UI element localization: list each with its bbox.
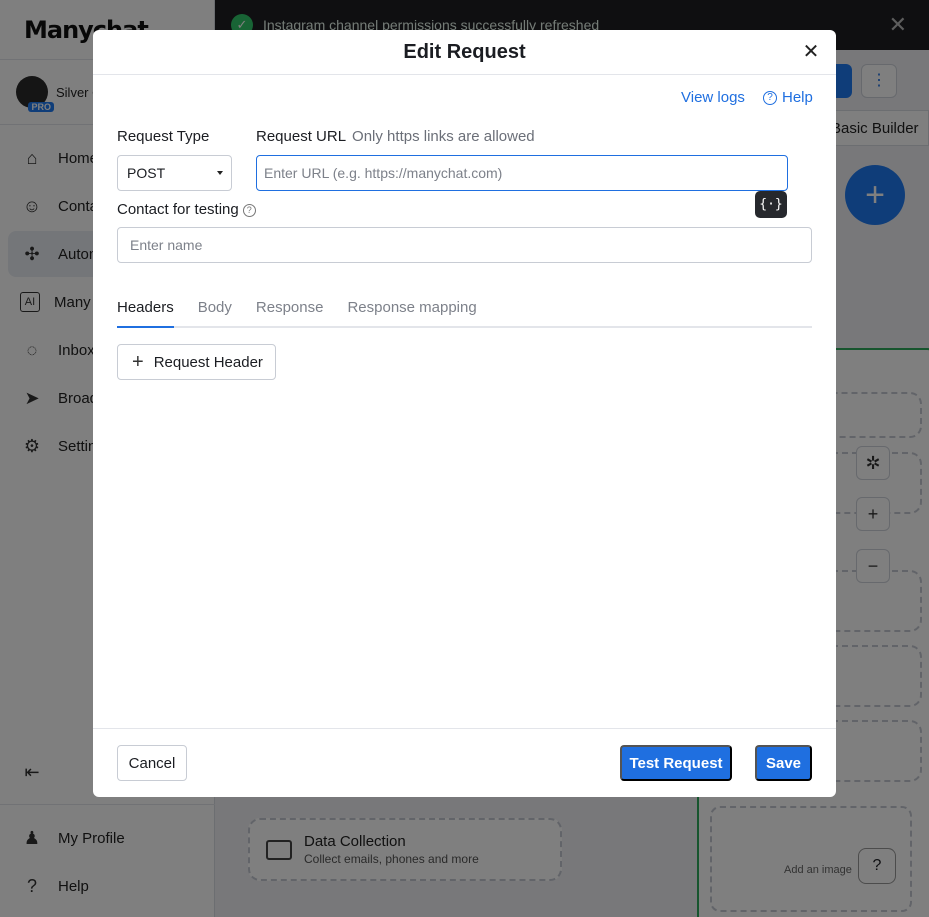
request-url-label-row: Request URL Only https links are allowed [256, 128, 535, 145]
save-button[interactable]: Save [755, 745, 812, 781]
contact-name-input[interactable] [117, 227, 812, 263]
add-request-header-label: Request Header [153, 353, 263, 371]
help-circle-icon: ? [763, 90, 777, 105]
help-link-label: Help [782, 89, 813, 106]
contact-label-row: Contact for testing? [117, 201, 256, 218]
request-url-hint: Only https links are allowed [352, 128, 535, 145]
tab-response-mapping[interactable]: Response mapping [347, 290, 476, 328]
close-icon[interactable]: ✕ [800, 41, 822, 63]
request-type-select[interactable]: POST [117, 155, 232, 191]
cancel-button[interactable]: Cancel [117, 745, 187, 781]
view-logs-link[interactable]: View logs [681, 89, 745, 106]
edit-request-dialog: Edit Request ✕ View logs ? Help Request … [93, 30, 836, 797]
request-url-label: Request URL [256, 128, 347, 145]
tab-headers[interactable]: Headers [117, 290, 174, 328]
request-tabs: Headers Body Response Response mapping [117, 290, 812, 328]
dialog-title: Edit Request [403, 41, 526, 63]
dialog-header: Edit Request ✕ [93, 30, 836, 75]
request-type-label: Request Type [117, 128, 210, 145]
tab-response[interactable]: Response [256, 290, 324, 328]
add-request-header-button[interactable]: + Request Header [117, 344, 276, 380]
caret-down-icon [217, 171, 223, 175]
test-request-button[interactable]: Test Request [620, 745, 732, 781]
request-type-value: POST [127, 165, 166, 181]
tab-body[interactable]: Body [198, 290, 232, 328]
help-link[interactable]: ? Help [763, 89, 813, 106]
question-icon[interactable]: ? [242, 203, 256, 217]
plus-icon: + [132, 351, 144, 373]
contact-label: Contact for testing [117, 201, 239, 218]
insert-variable-button[interactable]: {·} [755, 191, 787, 218]
request-url-input[interactable] [256, 155, 788, 191]
dialog-footer: Cancel Test Request Save [93, 728, 836, 797]
